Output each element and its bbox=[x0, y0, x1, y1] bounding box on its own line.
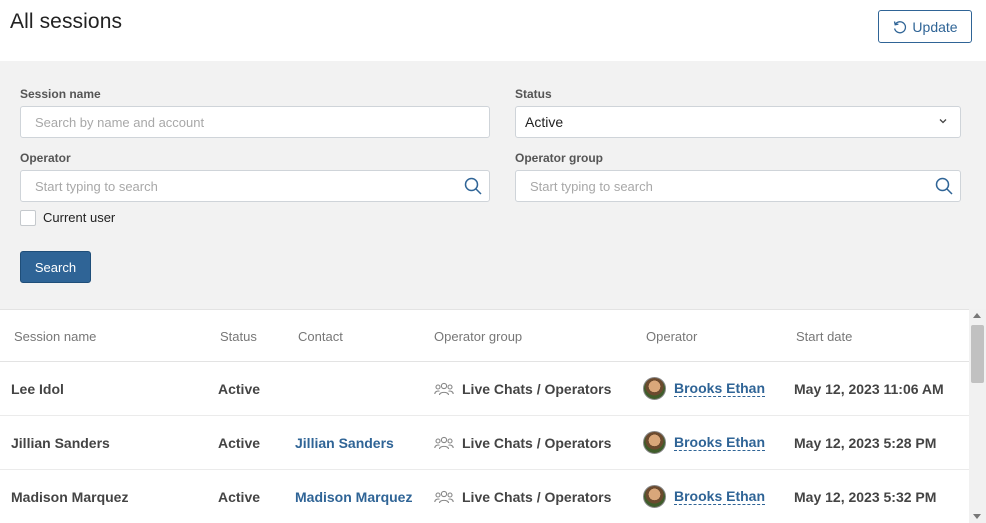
session-name-cell[interactable]: Madison Marquez bbox=[11, 489, 128, 505]
operator-link[interactable]: Brooks Ethan bbox=[674, 488, 766, 505]
operator-placeholder: Start typing to search bbox=[35, 178, 158, 194]
avatar bbox=[643, 377, 666, 400]
status-cell: Active bbox=[218, 435, 261, 451]
contact-link[interactable]: Madison Marquez bbox=[295, 489, 412, 505]
operator-group-cell: Live Chats / Operators bbox=[434, 435, 611, 451]
operator-cell: Brooks Ethan bbox=[643, 485, 766, 508]
operator-link[interactable]: Brooks Ethan bbox=[674, 380, 766, 397]
session-name-label: Session name bbox=[20, 87, 101, 101]
status-select[interactable]: Active bbox=[515, 106, 961, 138]
start-date-cell: May 12, 2023 5:32 PM bbox=[794, 489, 937, 505]
search-icon[interactable] bbox=[463, 176, 483, 196]
scrollbar-thumb[interactable] bbox=[971, 325, 984, 383]
current-user-label: Current user bbox=[43, 210, 116, 225]
start-date-cell: May 12, 2023 5:28 PM bbox=[794, 435, 937, 451]
session-name-input[interactable]: Search by name and account bbox=[20, 106, 490, 138]
table-scrollbar[interactable] bbox=[969, 309, 986, 523]
update-button[interactable]: Update bbox=[878, 10, 972, 43]
session-name-cell[interactable]: Lee Idol bbox=[11, 381, 64, 397]
current-user-checkbox[interactable] bbox=[20, 210, 36, 226]
operator-group-name: Live Chats / Operators bbox=[462, 435, 612, 451]
status-cell: Active bbox=[218, 489, 261, 505]
start-date-cell: May 12, 2023 11:06 AM bbox=[794, 381, 944, 397]
operator-input[interactable]: Start typing to search bbox=[20, 170, 490, 202]
table-row[interactable]: Madison Marquez Active Madison Marquez L… bbox=[0, 470, 969, 523]
contact-link[interactable]: Jillian Sanders bbox=[295, 435, 394, 451]
column-header-session-name[interactable]: Session name bbox=[14, 329, 96, 344]
status-select-value: Active bbox=[525, 114, 564, 130]
operator-group-cell: Live Chats / Operators bbox=[434, 381, 611, 397]
refresh-icon bbox=[894, 20, 907, 33]
users-icon bbox=[434, 436, 454, 450]
column-header-operator[interactable]: Operator bbox=[646, 329, 697, 344]
update-button-label: Update bbox=[912, 18, 958, 35]
status-cell: Active bbox=[218, 381, 261, 397]
session-name-cell[interactable]: Jillian Sanders bbox=[11, 435, 110, 451]
column-header-start-date[interactable]: Start date bbox=[796, 329, 852, 344]
column-header-contact[interactable]: Contact bbox=[298, 329, 343, 344]
operator-group-name: Live Chats / Operators bbox=[462, 381, 612, 397]
filter-panel: Session name Search by name and account … bbox=[0, 61, 986, 309]
scroll-up-arrow-icon[interactable] bbox=[973, 313, 981, 318]
users-icon bbox=[434, 490, 454, 504]
chevron-down-icon bbox=[939, 119, 947, 124]
column-header-status[interactable]: Status bbox=[220, 329, 257, 344]
operator-group-cell: Live Chats / Operators bbox=[434, 489, 611, 505]
sessions-table: Session name Status Contact Operator gro… bbox=[0, 309, 969, 523]
avatar bbox=[643, 431, 666, 454]
avatar bbox=[643, 485, 666, 508]
scroll-down-arrow-icon[interactable] bbox=[973, 514, 981, 519]
table-row[interactable]: Lee Idol Active Live Chats / Operators B… bbox=[0, 362, 969, 416]
operator-cell: Brooks Ethan bbox=[643, 377, 766, 400]
session-name-placeholder: Search by name and account bbox=[35, 114, 205, 130]
operator-group-input[interactable]: Start typing to search bbox=[515, 170, 961, 202]
operator-cell: Brooks Ethan bbox=[643, 431, 766, 454]
status-label: Status bbox=[515, 87, 552, 101]
operator-group-placeholder: Start typing to search bbox=[530, 178, 653, 194]
column-header-operator-group[interactable]: Operator group bbox=[434, 329, 522, 344]
operator-group-label: Operator group bbox=[515, 151, 604, 165]
operator-label: Operator bbox=[20, 151, 71, 165]
operator-group-name: Live Chats / Operators bbox=[462, 489, 612, 505]
table-row[interactable]: Jillian Sanders Active Jillian Sanders L… bbox=[0, 416, 969, 470]
search-icon[interactable] bbox=[934, 176, 954, 196]
search-button[interactable]: Search bbox=[20, 251, 91, 283]
page-title: All sessions bbox=[10, 10, 123, 33]
users-icon bbox=[434, 382, 454, 396]
table-header: Session name Status Contact Operator gro… bbox=[0, 310, 969, 362]
search-button-label: Search bbox=[34, 259, 77, 275]
operator-link[interactable]: Brooks Ethan bbox=[674, 434, 766, 451]
